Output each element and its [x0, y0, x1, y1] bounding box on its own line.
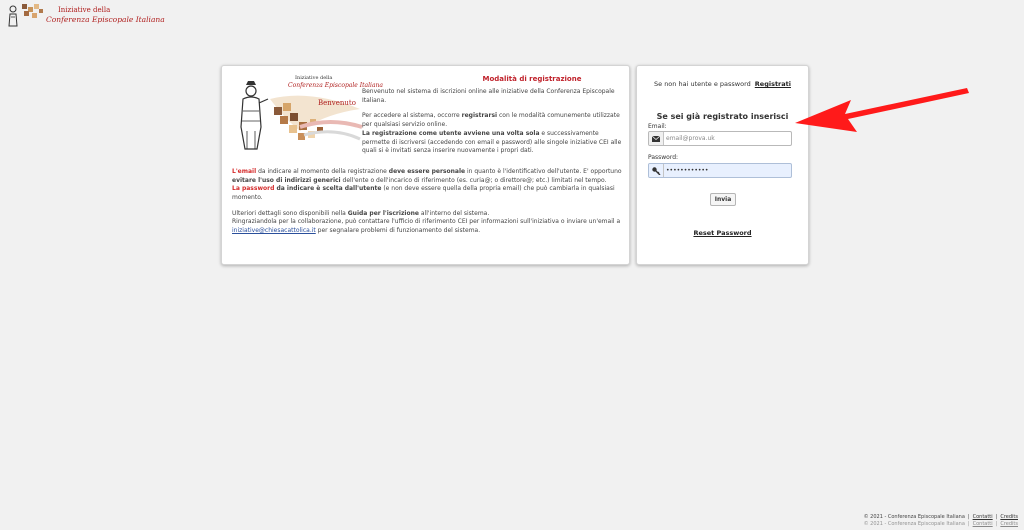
password-input-group [648, 163, 792, 178]
support-email-link[interactable]: iniziative@chiesacattolica.it [232, 227, 316, 234]
footer: © 2021 - Conferenza Episcopale Italiana |… [863, 514, 1018, 520]
one-time-paragraph: La registrazione come utente avviene una… [232, 130, 622, 156]
no-account-text: Se non hai utente e password [654, 80, 751, 88]
intro-text: Benvenuto nel sistema di iscrizioni onli… [362, 88, 615, 104]
reset-password-link[interactable]: Reset Password [637, 229, 808, 237]
email-text-bold: deve essere personale [388, 167, 466, 175]
registration-text: Benvenuto nel sistema di iscrizioni onli… [232, 88, 622, 243]
logo-emblem-icon [8, 4, 43, 27]
email-text-bold-2: evitare l'uso di indirizzi generici [232, 176, 341, 184]
registration-info-panel: Iniziative della Conferenza Episcopale I… [221, 65, 630, 265]
footer-duplicate: © 2021 - Conferenza Episcopale Italiana |… [863, 521, 1018, 527]
email-text-2: in quanto è l'identificativo dell'utente… [465, 167, 622, 175]
footer-credits-link-duplicate[interactable]: Credits [1000, 521, 1018, 527]
one-time-text-bold: La registrazione come utente avviene una… [362, 129, 540, 137]
contact-paragraph: Ringraziandola per la collaborazione, pu… [232, 218, 622, 235]
footer-contacts-link-duplicate[interactable]: Contatti [973, 521, 993, 527]
logo-title-line2: Conferenza Episcopale Italiana [46, 15, 165, 24]
intro-paragraph: Benvenuto nel sistema di iscrizioni onli… [232, 88, 622, 105]
footer-credits-link[interactable]: Credits [1000, 514, 1018, 520]
footer-copyright-duplicate: © 2021 - Conferenza Episcopale Italiana [863, 521, 965, 527]
login-title: Se sei già registrato inserisci [656, 112, 789, 121]
site-logo[interactable]: Iniziative della Conferenza Episcopale I… [6, 3, 165, 27]
password-text-red: La password [232, 185, 275, 193]
submit-button[interactable]: Invia [710, 193, 736, 206]
contact-text-2: per segnalare problemi di funzionamento … [315, 227, 481, 235]
email-input[interactable] [666, 132, 789, 145]
register-row: Se non hai utente e password Registrati [637, 80, 808, 88]
footer-contacts-link[interactable]: Contatti [973, 514, 993, 520]
password-label: Password: [648, 154, 679, 161]
red-arrow-icon [795, 88, 969, 132]
password-text-bold: da indicare è scelta dall'utente [274, 185, 382, 193]
login-panel: Se non hai utente e password Registrati S… [636, 65, 809, 265]
illustration-title-line1: Iniziative della [295, 75, 333, 81]
logo-title-line1: Iniziative della [58, 6, 111, 14]
email-input-group [648, 131, 792, 146]
email-text-red: L'email [232, 167, 257, 175]
envelope-icon [649, 132, 664, 145]
key-icon [649, 164, 664, 177]
details-text-2: all'interno del sistema. [418, 209, 490, 217]
details-paragraph: Ulteriori dettagli sono disponibili nell… [232, 210, 622, 219]
access-paragraph: Per accedere al sistema, occorre registr… [232, 112, 622, 129]
details-text-1: Ulteriori dettagli sono disponibili nell… [232, 209, 348, 217]
email-text-3: dell'ente o dell'incarico di riferimento… [340, 176, 607, 184]
email-text-1: da indicare al momento della registrazio… [256, 167, 389, 175]
access-text-1: Per accedere al sistema, occorre [362, 112, 462, 120]
password-input[interactable] [666, 164, 789, 177]
register-link[interactable]: Registrati [755, 80, 791, 88]
password-paragraph: La password da indicare è scelta dall'ut… [232, 185, 622, 202]
email-paragraph: L'email da indicare al momento della reg… [232, 168, 622, 185]
email-label: Email: [648, 123, 667, 130]
footer-copyright: © 2021 - Conferenza Episcopale Italiana [863, 514, 965, 520]
access-text-bold: registrarsi [461, 112, 498, 120]
guide-link-text: Guida per l'iscrizione [347, 209, 419, 217]
contact-text-1: Ringraziandola per la collaborazione, pu… [232, 218, 621, 226]
